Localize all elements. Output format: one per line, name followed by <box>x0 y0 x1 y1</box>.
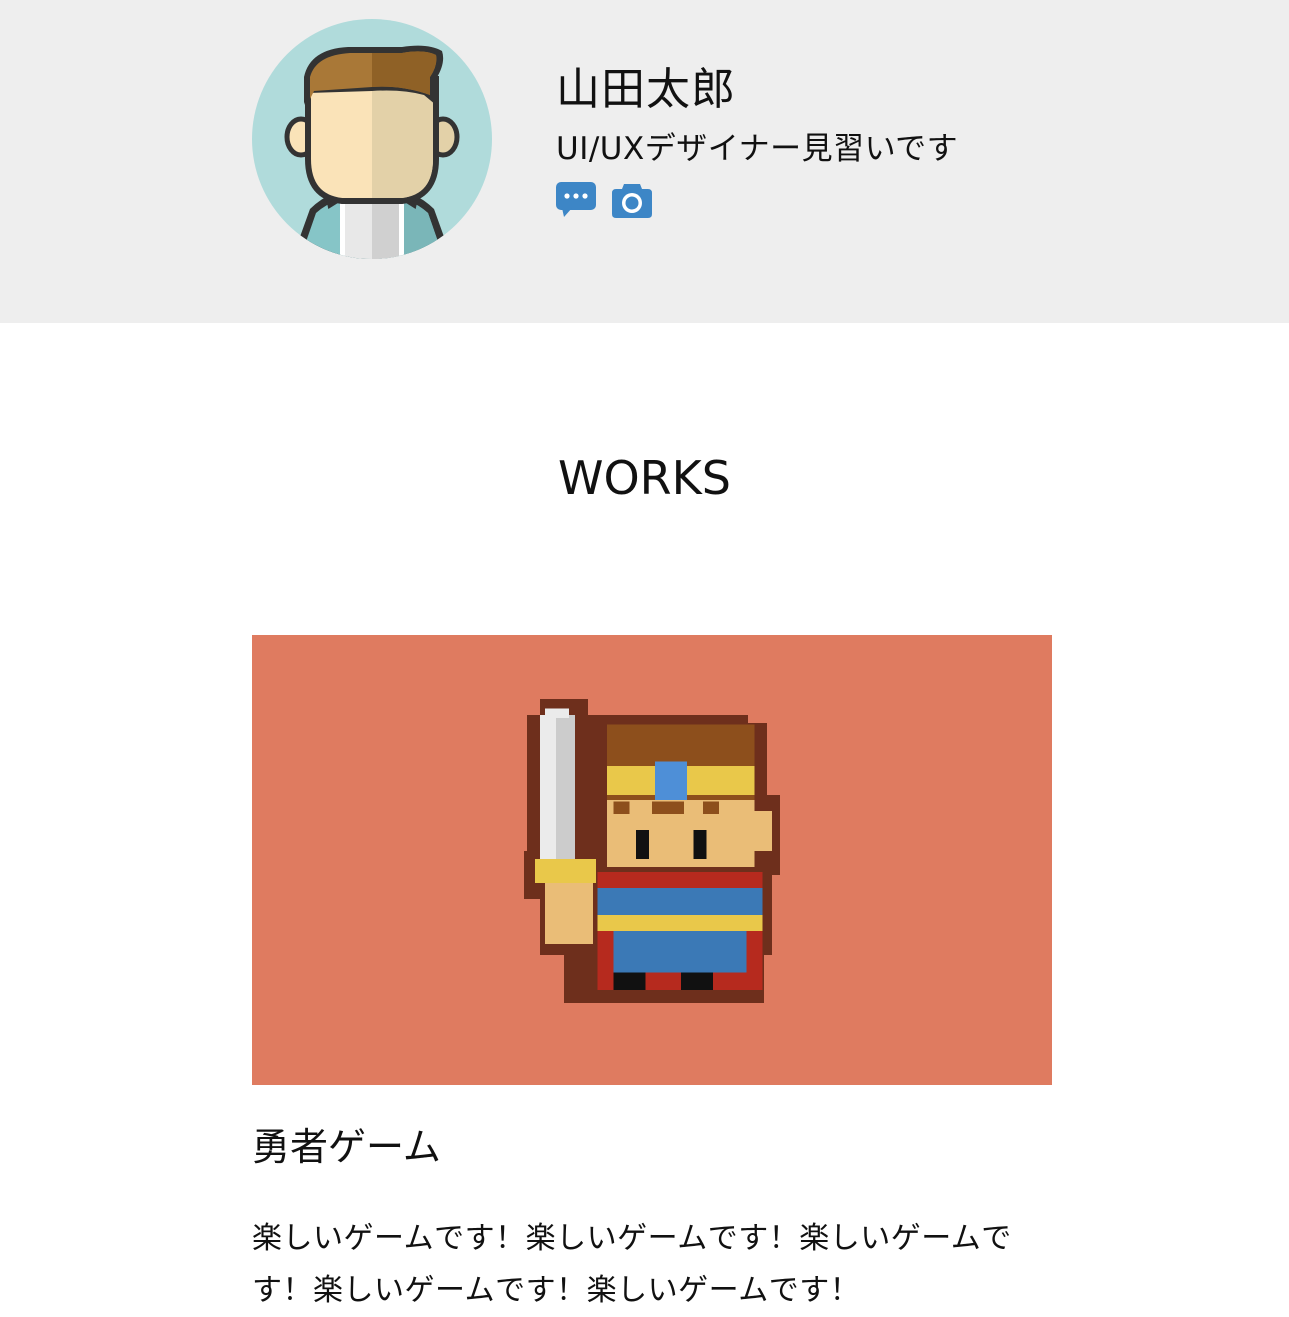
pixel-hero-icon <box>524 699 780 1003</box>
profile-info: 山田太郎 UI/UXデザイナー見習いです <box>556 60 958 220</box>
social-links <box>556 180 958 220</box>
chat-bubble-icon[interactable] <box>556 180 596 220</box>
profile-header: 山田太郎 UI/UXデザイナー見習いです <box>0 0 1289 323</box>
works-heading: WORKS <box>557 451 732 505</box>
profile-name: 山田太郎 <box>556 64 736 115</box>
work-card[interactable]: 勇者ゲーム 楽しいゲームです！楽しいゲームです！楽しいゲームです！楽しいゲームで… <box>252 635 1052 1317</box>
work-thumbnail[interactable] <box>252 635 1052 1085</box>
work-title[interactable]: 勇者ゲーム <box>252 1121 1052 1173</box>
camera-icon[interactable] <box>612 180 652 220</box>
work-description: 楽しいゲームです！楽しいゲームです！楽しいゲームです！楽しいゲームです！楽しいゲ… <box>252 1221 1012 1308</box>
profile-role: UI/UXデザイナー見習いです <box>556 131 959 167</box>
avatar <box>252 19 492 259</box>
